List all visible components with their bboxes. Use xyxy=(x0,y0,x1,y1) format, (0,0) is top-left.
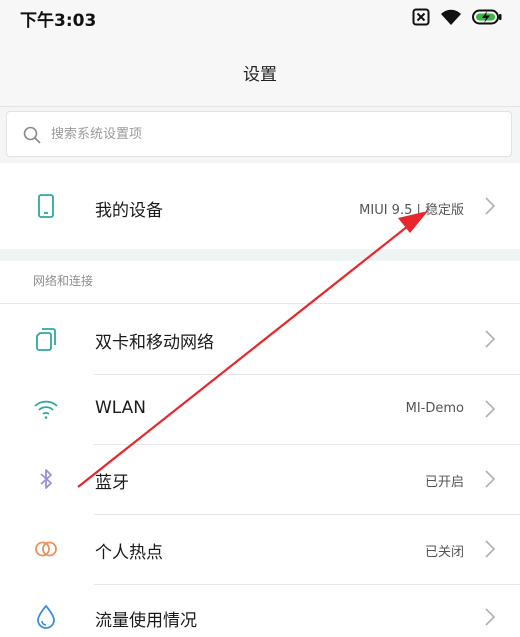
battery-charging-icon xyxy=(472,9,502,25)
status-bar: 下午3:03 xyxy=(0,0,520,34)
section-header-network: 网络和连接 xyxy=(33,274,94,288)
my-device-label: 我的设备 xyxy=(95,201,163,221)
phone-icon xyxy=(38,194,54,218)
bluetooth-row[interactable]: 蓝牙 已开启 xyxy=(0,444,520,514)
dual-sim-row[interactable]: 双卡和移动网络 xyxy=(0,304,520,374)
section-gap xyxy=(0,249,520,261)
sim-cards-icon xyxy=(36,328,56,351)
chevron-right-icon xyxy=(485,330,496,348)
my-device-value: MIUI 9.5 | 稳定版 xyxy=(359,203,464,218)
chevron-right-icon xyxy=(485,197,496,215)
search-area xyxy=(0,107,520,163)
hotspot-row[interactable]: 个人热点 已关闭 xyxy=(0,514,520,584)
sim-blocked-icon xyxy=(412,8,430,26)
chevron-right-icon xyxy=(485,470,496,488)
bluetooth-value: 已开启 xyxy=(424,475,464,490)
wlan-row[interactable]: WLAN MI-Demo xyxy=(0,374,520,444)
chevron-right-icon xyxy=(485,400,496,418)
data-usage-icon xyxy=(37,604,55,629)
settings-screen: 下午3:03 设置 搜索系统设置项 我的设备 MIUI 9.5 | 稳定版 网络… xyxy=(0,0,520,637)
wlan-value: MI-Demo xyxy=(405,401,464,416)
search-icon xyxy=(23,126,41,144)
title-bar: 设置 xyxy=(0,34,520,107)
chevron-right-icon xyxy=(485,608,496,626)
chevron-right-icon xyxy=(485,540,496,558)
status-time: 下午3:03 xyxy=(20,11,97,31)
wlan-label: WLAN xyxy=(95,398,147,418)
hotspot-icon xyxy=(35,541,57,557)
wifi-icon xyxy=(34,400,58,419)
wifi-icon xyxy=(441,9,461,25)
page-title: 设置 xyxy=(243,65,277,85)
search-input[interactable] xyxy=(51,122,491,146)
hotspot-value: 已关闭 xyxy=(424,545,464,560)
my-device-row[interactable]: 我的设备 MIUI 9.5 | 稳定版 xyxy=(0,163,520,249)
data-usage-label: 流量使用情况 xyxy=(95,611,197,631)
bluetooth-label: 蓝牙 xyxy=(95,473,129,493)
hotspot-label: 个人热点 xyxy=(95,543,163,563)
data-usage-row[interactable]: 流量使用情况 xyxy=(0,584,520,637)
bluetooth-icon xyxy=(40,469,52,489)
status-icons xyxy=(412,7,502,27)
search-box[interactable] xyxy=(6,111,512,157)
dual-sim-label: 双卡和移动网络 xyxy=(95,333,214,353)
